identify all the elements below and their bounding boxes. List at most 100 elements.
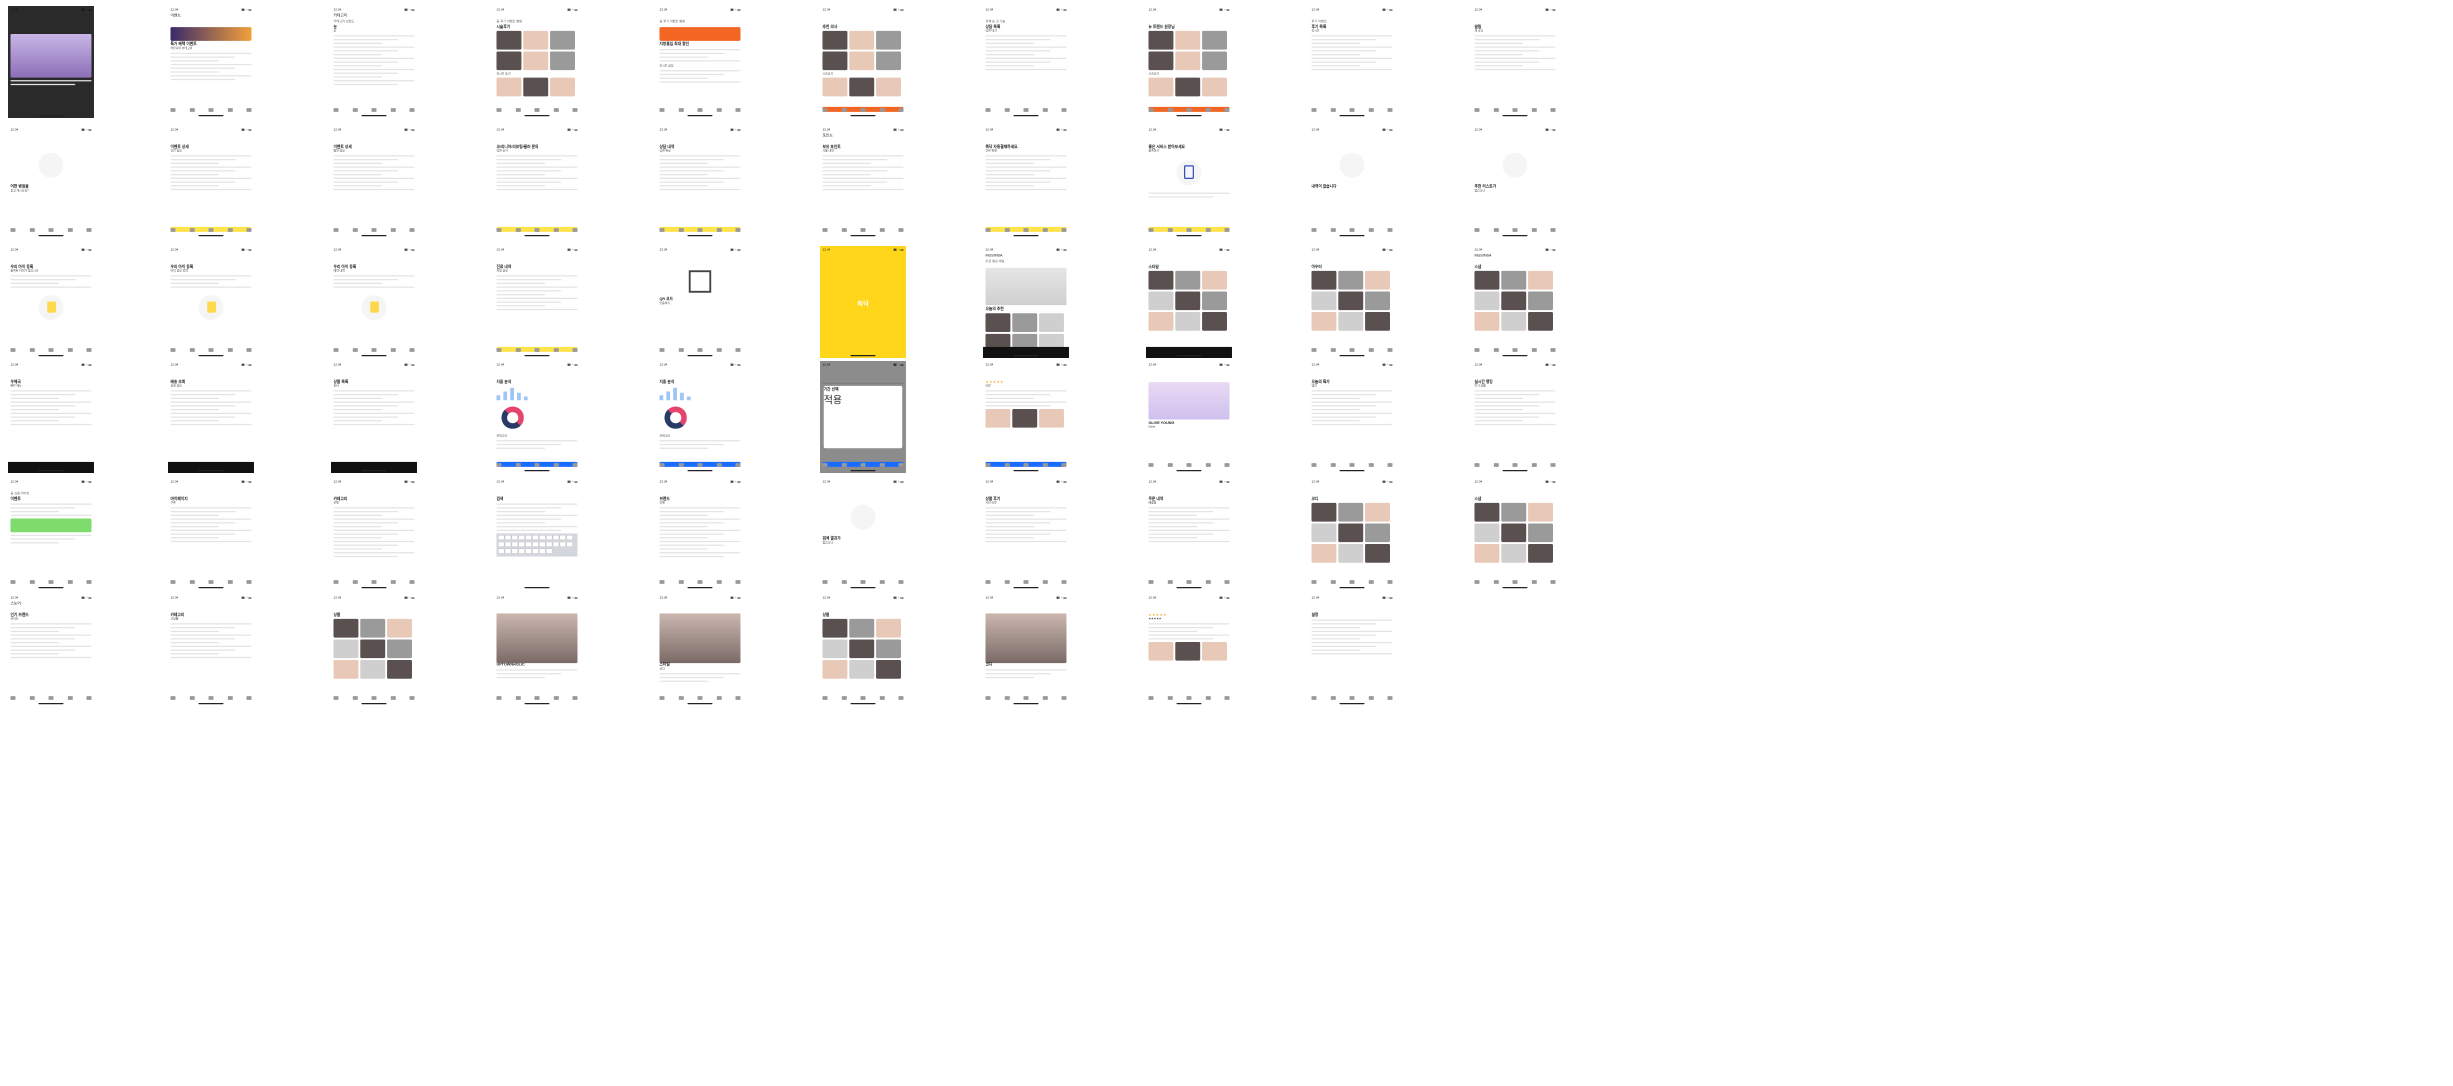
bottom-nav[interactable] xyxy=(1474,228,1556,233)
keyboard-key[interactable] xyxy=(546,535,552,540)
keyboard-key[interactable] xyxy=(546,549,552,554)
nav-icon[interactable] xyxy=(735,463,741,467)
tab-bar[interactable] xyxy=(333,492,414,496)
bottom-nav[interactable] xyxy=(170,108,252,113)
thumbnail-image[interactable] xyxy=(822,51,848,71)
nav-icon[interactable] xyxy=(1224,228,1230,232)
nav-icon[interactable] xyxy=(716,108,722,112)
thumbnail-image[interactable] xyxy=(1474,312,1500,331)
thumbnail-image[interactable] xyxy=(1148,291,1174,311)
keyboard[interactable] xyxy=(496,533,578,557)
thumbnail-image[interactable] xyxy=(1175,30,1201,50)
nav-icon[interactable] xyxy=(1493,108,1499,112)
keyboard-key[interactable] xyxy=(539,535,546,540)
nav-icon[interactable] xyxy=(1474,228,1480,232)
thumbnail-image[interactable] xyxy=(1365,291,1390,311)
nav-icon[interactable] xyxy=(1004,228,1010,232)
nav-icon[interactable] xyxy=(371,108,377,112)
tab-bar[interactable] xyxy=(496,140,577,144)
thumbnail-image[interactable] xyxy=(523,30,549,50)
tab-bar[interactable] xyxy=(170,375,251,379)
tab-bar[interactable] xyxy=(1311,375,1392,379)
keyboard-key[interactable] xyxy=(525,542,532,547)
nav-icon[interactable] xyxy=(572,108,578,112)
nav-icon[interactable] xyxy=(898,228,904,232)
tab-bar[interactable] xyxy=(985,492,1066,496)
nav-icon[interactable] xyxy=(841,108,847,112)
bottom-nav[interactable] xyxy=(659,348,741,353)
thumbnail-image[interactable] xyxy=(1148,51,1174,71)
nav-icon[interactable] xyxy=(1531,580,1537,584)
nav-icon[interactable] xyxy=(515,696,521,700)
nav-icon[interactable] xyxy=(1531,463,1537,467)
tab-bar[interactable] xyxy=(1148,20,1229,24)
nav-icon[interactable] xyxy=(553,463,559,467)
brand-banner[interactable] xyxy=(1148,382,1230,420)
nav-icon[interactable] xyxy=(534,348,540,352)
nav-icon[interactable] xyxy=(1368,463,1374,467)
nav-icon[interactable] xyxy=(170,348,176,352)
thumbnail-image[interactable] xyxy=(822,30,848,50)
nav-icon[interactable] xyxy=(1330,696,1336,700)
event-banner[interactable] xyxy=(170,27,252,41)
nav-icon[interactable] xyxy=(553,348,559,352)
nav-icon[interactable] xyxy=(208,348,214,352)
nav-icon[interactable] xyxy=(822,463,828,467)
nav-icon[interactable] xyxy=(246,348,252,352)
nav-icon[interactable] xyxy=(572,463,578,467)
nav-icon[interactable] xyxy=(1512,228,1518,232)
nav-icon[interactable] xyxy=(822,228,828,232)
nav-icon[interactable] xyxy=(352,228,358,232)
nav-icon[interactable] xyxy=(390,228,396,232)
thumbnail-image[interactable] xyxy=(333,618,359,638)
thumbnail-image[interactable] xyxy=(849,51,875,71)
bottom-nav[interactable] xyxy=(1148,108,1230,113)
hero-photo[interactable] xyxy=(985,613,1067,664)
nav-icon[interactable] xyxy=(716,696,722,700)
thumbnail-image[interactable] xyxy=(1338,312,1364,331)
keyboard-key[interactable] xyxy=(525,535,532,540)
tab-bar[interactable] xyxy=(170,608,251,612)
nav-icon[interactable] xyxy=(208,696,214,700)
nav-icon[interactable] xyxy=(1004,580,1010,584)
nav-icon[interactable] xyxy=(1474,108,1480,112)
nav-icon[interactable] xyxy=(1330,580,1336,584)
thumbnail-image[interactable] xyxy=(550,77,575,97)
thumbnail-image[interactable] xyxy=(876,660,901,679)
tab-bar[interactable] xyxy=(1148,260,1229,264)
promo-image[interactable] xyxy=(10,34,92,78)
nav-icon[interactable] xyxy=(86,696,92,700)
nav-icon[interactable] xyxy=(1512,580,1518,584)
bottom-nav[interactable] xyxy=(10,696,92,701)
nav-icon[interactable] xyxy=(1349,348,1355,352)
thumbnail-image[interactable] xyxy=(333,660,359,679)
thumbnail-image[interactable] xyxy=(822,639,848,659)
nav-icon[interactable] xyxy=(333,580,339,584)
tab-bar[interactable] xyxy=(1474,260,1555,264)
thumbnail-image[interactable] xyxy=(1012,313,1038,332)
thumbnail-image[interactable] xyxy=(849,660,875,679)
tab-bar[interactable] xyxy=(10,608,91,612)
nav-icon[interactable] xyxy=(1493,348,1499,352)
nav-icon[interactable] xyxy=(678,348,684,352)
bottom-nav[interactable] xyxy=(822,696,904,701)
nav-icon[interactable] xyxy=(496,108,502,112)
nav-icon[interactable] xyxy=(1349,696,1355,700)
nav-icon[interactable] xyxy=(1550,108,1556,112)
nav-icon[interactable] xyxy=(189,108,195,112)
nav-icon[interactable] xyxy=(860,696,866,700)
tab-bar[interactable] xyxy=(1148,375,1229,379)
nav-icon[interactable] xyxy=(1349,580,1355,584)
promo-banner[interactable] xyxy=(659,27,741,41)
nav-icon[interactable] xyxy=(1186,696,1192,700)
thumbnail-image[interactable] xyxy=(876,51,901,71)
nav-icon[interactable] xyxy=(553,696,559,700)
thumbnail-image[interactable] xyxy=(1012,408,1038,428)
nav-icon[interactable] xyxy=(985,580,991,584)
nav-icon[interactable] xyxy=(697,108,703,112)
tab-bar[interactable] xyxy=(10,260,91,264)
keyboard-key[interactable] xyxy=(505,542,511,547)
nav-icon[interactable] xyxy=(48,228,54,232)
bottom-nav[interactable] xyxy=(496,108,578,113)
tab-bar[interactable] xyxy=(1474,375,1555,379)
